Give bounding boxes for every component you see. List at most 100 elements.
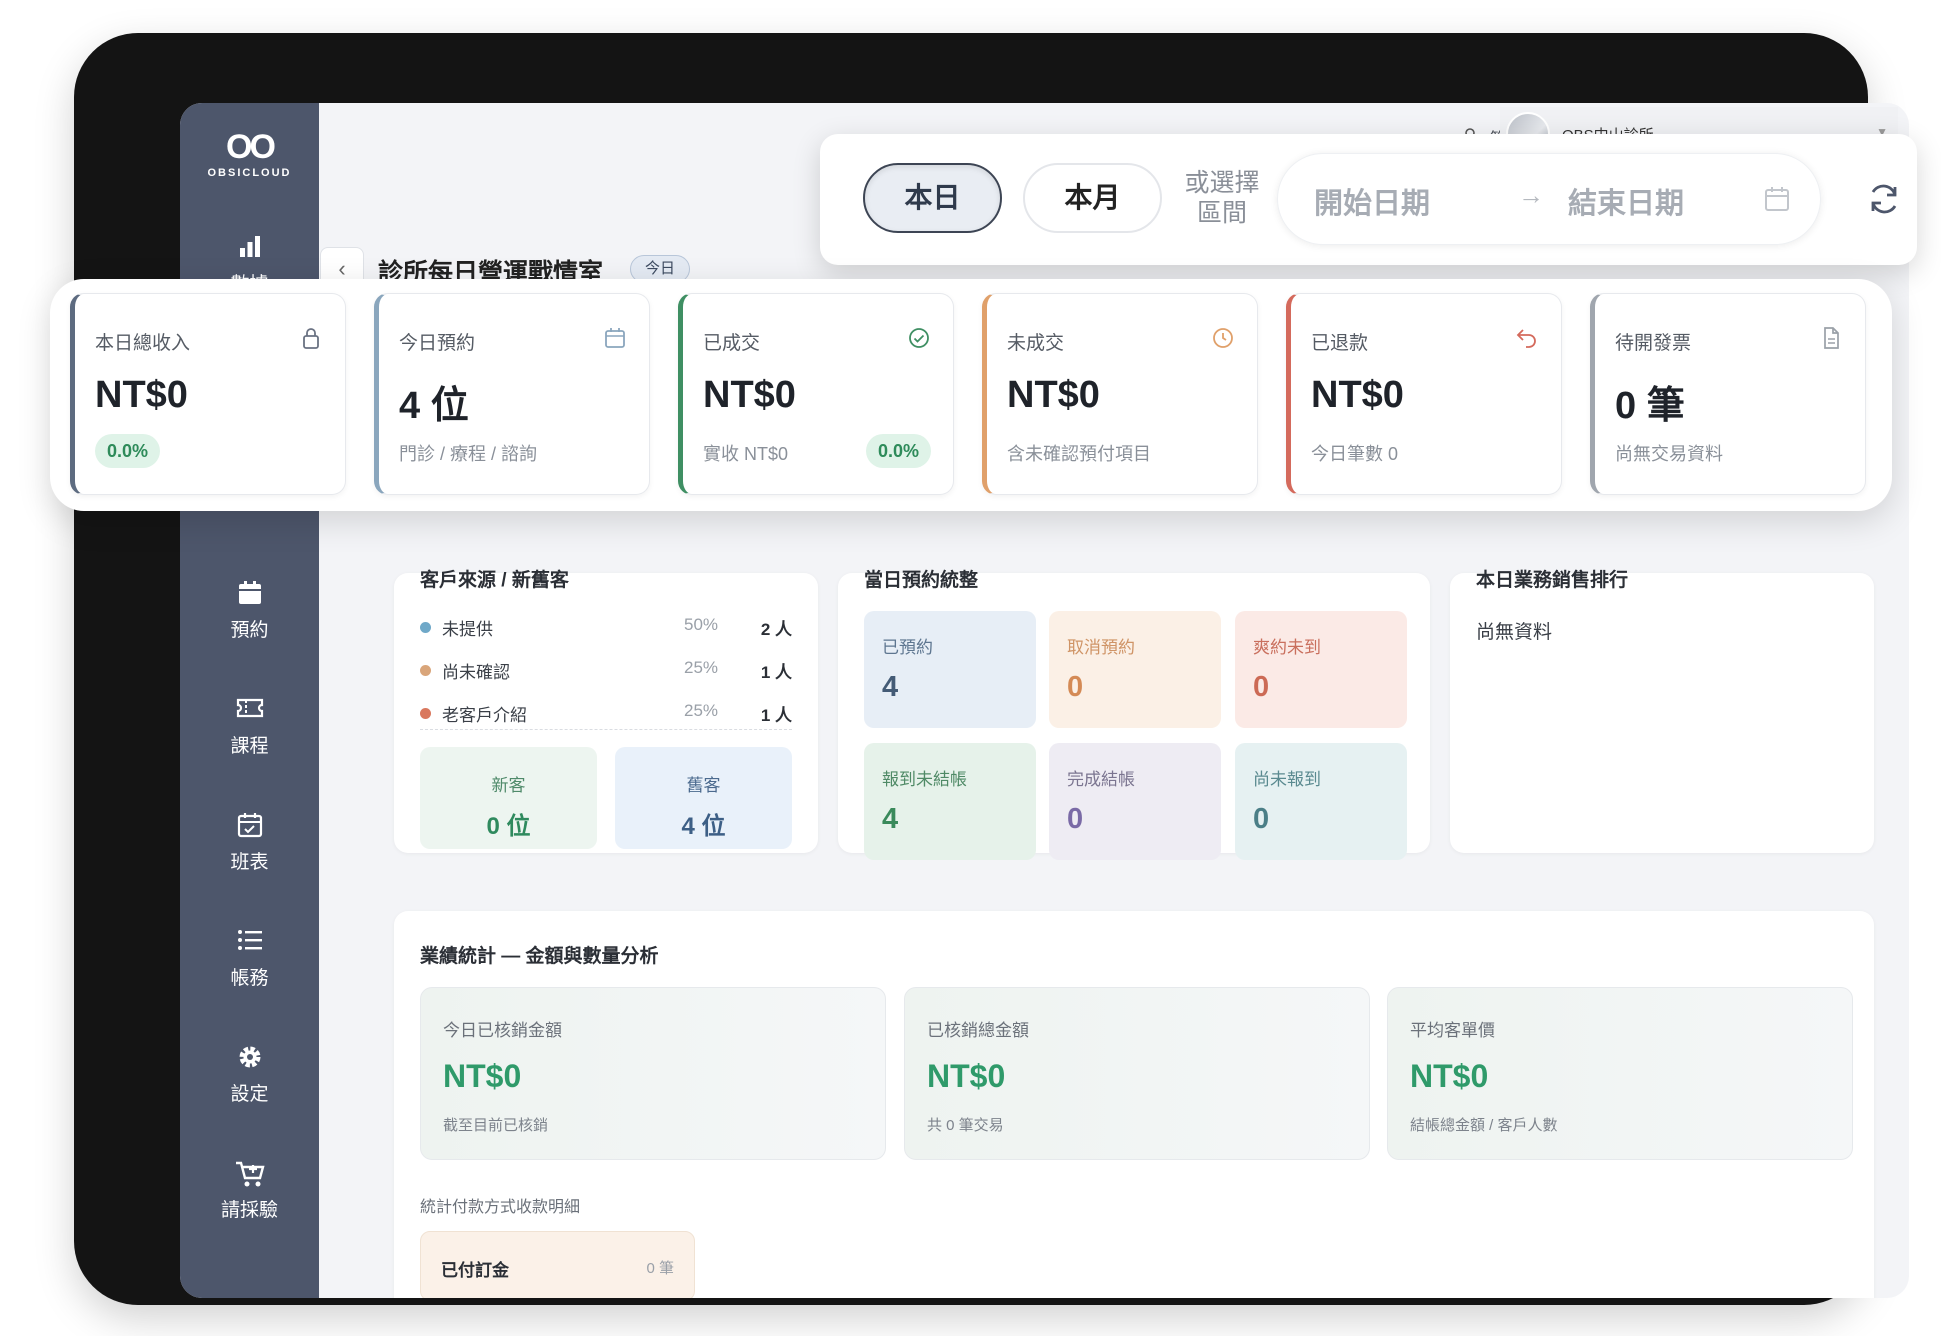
- kpi-card-refunds[interactable]: 已退款 NT$0 今日筆數 0: [1286, 293, 1562, 495]
- chevron-left-icon: ‹: [338, 256, 346, 281]
- source-percent: 25%: [684, 701, 719, 720]
- kpi-label: 未成交: [1007, 333, 1065, 354]
- appt-label: 完成結帳: [1067, 770, 1135, 789]
- appt-cancelled-tile[interactable]: 取消預約 0: [1049, 611, 1221, 728]
- clock-icon: [1213, 328, 1233, 348]
- payment-section-title: 統計付款方式收款明細: [420, 1199, 581, 1216]
- sidebar-item-procurement[interactable]: 請採驗: [180, 1159, 319, 1222]
- new-customers-value: 0 位: [486, 813, 531, 840]
- source-name: 未提供: [442, 620, 493, 639]
- perf-sub: 結帳總金額 / 客戶人數: [1410, 1117, 1558, 1134]
- appt-value: 0: [1253, 803, 1270, 835]
- appt-value: 0: [1067, 671, 1084, 703]
- payment-count: 0 筆: [646, 1260, 674, 1277]
- logo[interactable]: OO OBSICLOUD: [180, 129, 319, 179]
- sidebar-item-appointments[interactable]: 預約: [180, 579, 319, 642]
- perf-value: NT$0: [927, 1058, 1006, 1094]
- appt-checked-in-unpaid-tile[interactable]: 報到未結帳 4: [864, 743, 1036, 860]
- date-range-picker[interactable]: 開始日期 → 結束日期: [1277, 153, 1821, 245]
- source-percent: 25%: [684, 658, 719, 677]
- source-count: 2 人: [760, 620, 792, 639]
- perf-tile-today-redeemed: 今日已核銷金額 NT$0 截至目前已核銷: [420, 987, 886, 1160]
- sidebar-item-label: 預約: [230, 620, 269, 641]
- perf-label: 今日已核銷金額: [443, 1021, 562, 1040]
- appt-label: 已預約: [882, 638, 933, 657]
- sidebar-item-accounts[interactable]: 帳務: [180, 927, 319, 990]
- sidebar-item-courses[interactable]: 課程: [180, 695, 319, 758]
- kpi-value: NT$0: [1311, 374, 1404, 416]
- sidebar-item-label: 設定: [230, 1084, 269, 1105]
- kpi-percent-chip: 0.0%: [865, 434, 931, 468]
- performance-title: 業績統計 — 金額與數量分析: [420, 946, 659, 967]
- payment-row[interactable]: 已付訂金 0 筆: [420, 1231, 695, 1298]
- range-arrow: →: [1518, 180, 1544, 210]
- kpi-sub: 尚無交易資料: [1615, 444, 1723, 464]
- appt-no-show-tile[interactable]: 爽約未到 0: [1235, 611, 1407, 728]
- sales-ranking-card: [1450, 573, 1874, 853]
- legend-dot: [420, 665, 431, 676]
- calendar-icon: [180, 579, 319, 609]
- perf-sub: 共 0 筆交易: [927, 1117, 1004, 1134]
- kpi-value: 0 筆: [1615, 385, 1685, 427]
- appt-value: 4: [882, 671, 899, 703]
- sales-ranking-empty: 尚無資料: [1476, 622, 1553, 643]
- this-month-button[interactable]: 本月: [1023, 163, 1162, 233]
- source-percent: 50%: [684, 615, 719, 634]
- date-filter-panel: 本日 本月 或選擇區間 開始日期 → 結束日期: [820, 134, 1917, 265]
- perf-sub: 截至目前已核銷: [443, 1117, 549, 1134]
- returning-customers-tile: 舊客 4 位: [615, 747, 792, 849]
- legend-dot: [420, 708, 431, 719]
- kpi-sub: 今日筆數 0: [1311, 444, 1399, 464]
- customer-source-title: 客戶來源 / 新舊客: [420, 570, 569, 591]
- appt-value: 4: [882, 803, 899, 835]
- today-button[interactable]: 本日: [863, 163, 1002, 233]
- appt-label: 尚未報到: [1253, 770, 1321, 789]
- calendar-icon[interactable]: [1764, 186, 1790, 212]
- perf-value: NT$0: [443, 1058, 522, 1094]
- kpi-card-pending-invoices[interactable]: 待開發票 0 筆 尚無交易資料: [1590, 293, 1866, 495]
- appt-booked-tile[interactable]: 已預約 4: [864, 611, 1036, 728]
- calendar-icon: [605, 328, 625, 348]
- new-customers-tile: 新客 0 位: [420, 747, 597, 849]
- appt-completed-tile[interactable]: 完成結帳 0: [1049, 743, 1221, 860]
- kpi-card-today-appointments[interactable]: 今日預約 4 位 門診 / 療程 / 諮詢: [374, 293, 650, 495]
- sidebar-item-settings[interactable]: 設定: [180, 1043, 319, 1106]
- kpi-percent-chip: 0.0%: [95, 434, 161, 468]
- cart-icon: [180, 1159, 319, 1189]
- document-icon: [1824, 327, 1839, 349]
- kpi-label: 已退款: [1311, 333, 1369, 354]
- undo-icon: [1516, 329, 1536, 348]
- list-item: 尚未確認 25% 1 人: [420, 656, 792, 686]
- perf-tile-average-spend: 平均客單價 NT$0 結帳總金額 / 客戶人數: [1387, 987, 1853, 1160]
- sales-ranking-title: 本日業務銷售排行: [1476, 570, 1629, 591]
- new-customers-label: 新客: [491, 776, 526, 795]
- source-count: 1 人: [760, 706, 792, 725]
- sidebar-item-label: 請採驗: [220, 1200, 278, 1221]
- kpi-card-open-deals[interactable]: 未成交 NT$0 含未確認預付項目: [982, 293, 1258, 495]
- appt-label: 取消預約: [1067, 638, 1135, 657]
- start-date-input[interactable]: 開始日期: [1314, 180, 1430, 222]
- returning-customers-label: 舊客: [686, 776, 721, 795]
- sidebar-item-schedule[interactable]: 班表: [180, 811, 319, 874]
- payment-label: 已付訂金: [441, 1261, 509, 1280]
- kpi-label: 待開發票: [1615, 333, 1692, 354]
- refresh-icon[interactable]: [1866, 181, 1902, 217]
- appt-not-checked-in-tile[interactable]: 尚未報到 0: [1235, 743, 1407, 860]
- lock-icon: [303, 328, 319, 349]
- sidebar-item-label: 課程: [230, 736, 269, 757]
- logo-mark: OO: [226, 128, 276, 166]
- perf-tile-total-redeemed: 已核銷總金額 NT$0 共 0 筆交易: [904, 987, 1370, 1160]
- kpi-sub: 門診 / 療程 / 諮詢: [399, 444, 538, 464]
- legend-dot: [420, 622, 431, 633]
- end-date-input[interactable]: 結束日期: [1568, 180, 1684, 222]
- returning-customers-value: 4 位: [681, 813, 726, 840]
- kpi-card-total-revenue[interactable]: 本日總收入 NT$0 0.0%: [70, 293, 346, 495]
- appt-label: 爽約未到: [1253, 638, 1321, 657]
- check-circle-icon: [909, 328, 929, 348]
- appt-value: 0: [1067, 803, 1084, 835]
- kpi-sub: 含未確認預付項目: [1007, 444, 1151, 464]
- kpi-card-closed-deals[interactable]: 已成交 NT$0 實收 NT$0 0.0%: [678, 293, 954, 495]
- kpi-value: 4 位: [399, 385, 469, 427]
- sidebar-item-label: 班表: [230, 852, 269, 873]
- perf-value: NT$0: [1410, 1058, 1489, 1094]
